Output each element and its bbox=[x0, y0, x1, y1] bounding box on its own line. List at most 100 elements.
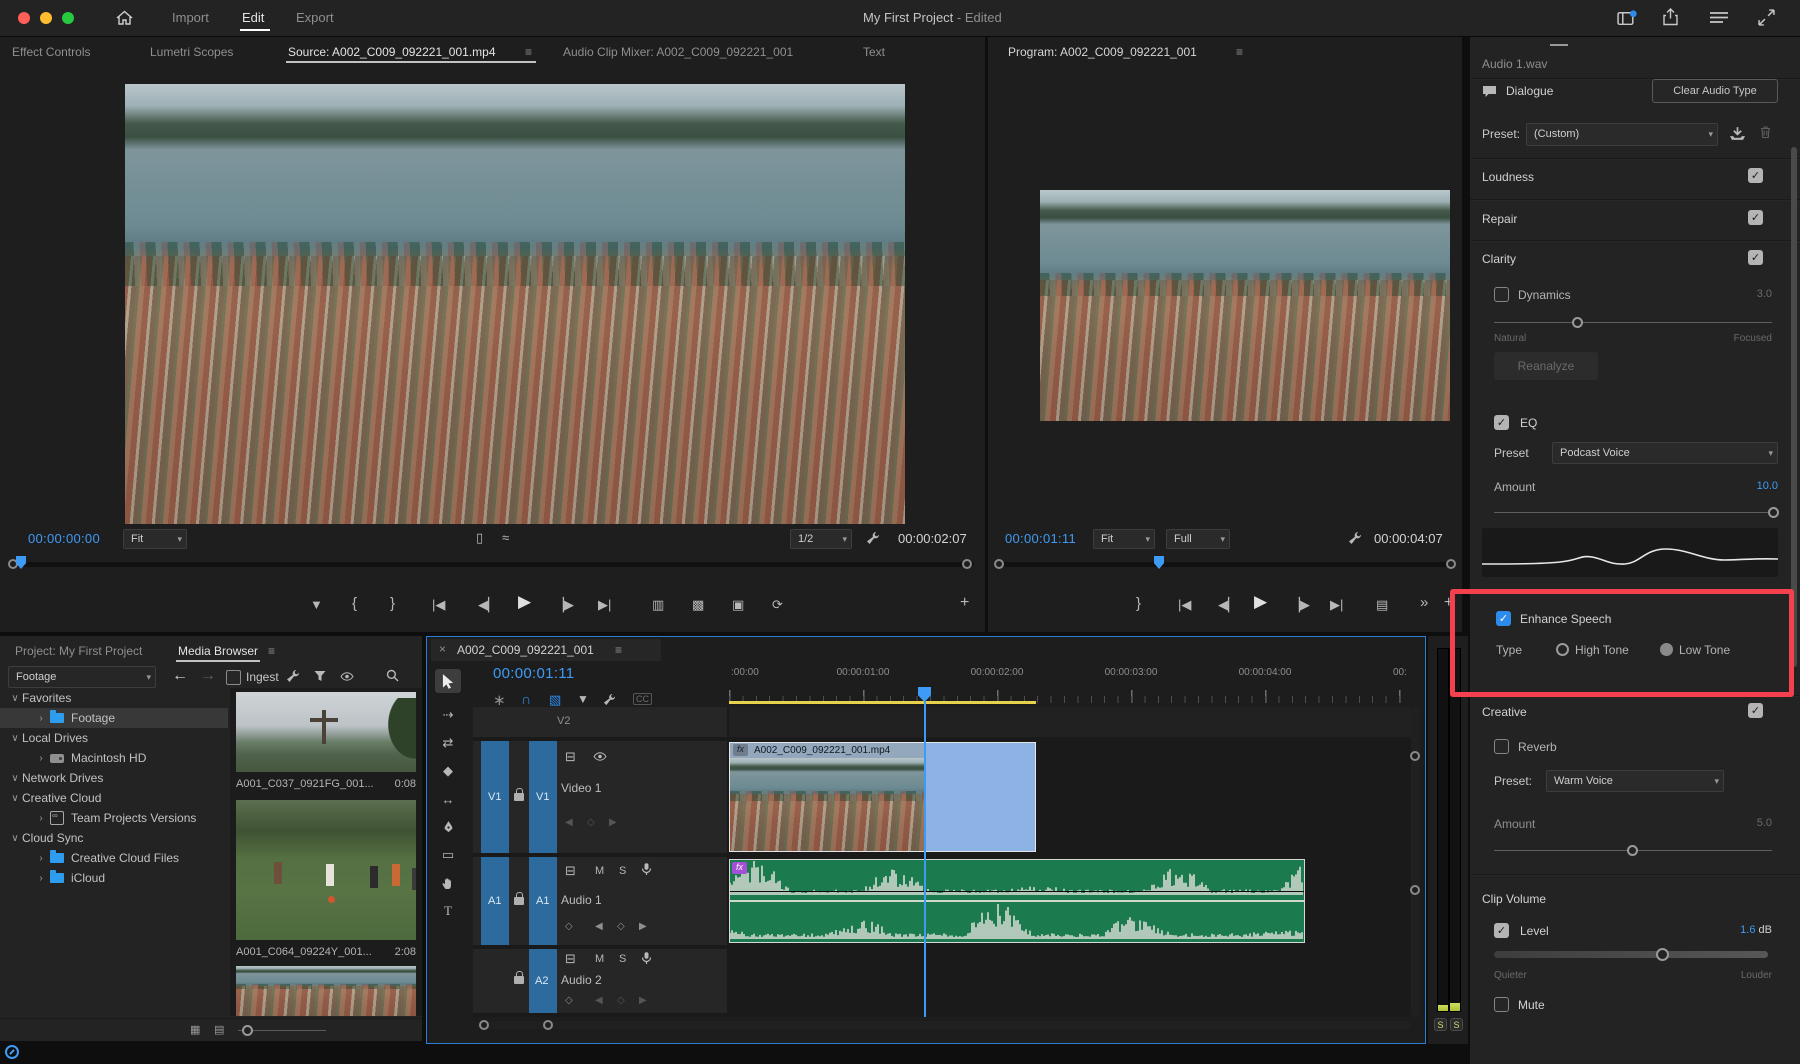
traffic-light-close[interactable] bbox=[18, 12, 30, 24]
track-a2-mic-icon[interactable] bbox=[641, 951, 652, 965]
program-mark-out-button[interactable]: } bbox=[1136, 595, 1141, 612]
forward-button[interactable]: → bbox=[200, 667, 216, 685]
chevron-closed-icon[interactable]: › bbox=[34, 753, 48, 764]
timeline-hscroll-handle-left[interactable] bbox=[479, 1020, 489, 1030]
program-play-button[interactable]: ▶ bbox=[1254, 592, 1267, 612]
creative-amount-slider[interactable] bbox=[1494, 850, 1772, 851]
track-a1-mute-button[interactable]: M bbox=[595, 865, 604, 877]
tree-item-cloud-sync[interactable]: ∨Cloud Sync bbox=[0, 828, 228, 848]
source-video-preview[interactable] bbox=[125, 84, 905, 524]
audio-volume-band[interactable] bbox=[730, 891, 1304, 892]
tree-item-icloud[interactable]: ›iCloud bbox=[0, 868, 228, 888]
track-a1-solo-button[interactable]: S bbox=[619, 865, 626, 877]
program-settings-wrench-icon[interactable] bbox=[1348, 531, 1362, 545]
eq-amount-knob[interactable] bbox=[1768, 507, 1779, 518]
creative-amount-knob[interactable] bbox=[1627, 845, 1638, 856]
program-video-preview[interactable] bbox=[1040, 190, 1450, 421]
creative-section-label[interactable]: Creative bbox=[1482, 705, 1527, 719]
panel-tab-indicator[interactable] bbox=[1550, 44, 1568, 46]
program-quality-select[interactable]: Full▾ bbox=[1166, 529, 1230, 549]
source-resolution-select[interactable]: 1/2▾ bbox=[790, 529, 852, 549]
work-area-bar[interactable] bbox=[729, 701, 1036, 704]
reanalyze-button[interactable]: Reanalyze bbox=[1494, 352, 1598, 380]
step-forward-button[interactable]: ▕▶ bbox=[554, 597, 574, 613]
ripple-edit-tool[interactable]: ⇄ bbox=[435, 731, 461, 755]
add-marker-button[interactable]: ▼ bbox=[310, 597, 323, 612]
traffic-light-minimize[interactable] bbox=[40, 12, 52, 24]
timeline-marker-icon[interactable]: ▼ bbox=[577, 692, 589, 706]
drag-video-icon[interactable]: ▯ bbox=[476, 530, 483, 546]
mute-checkbox[interactable] bbox=[1494, 997, 1509, 1012]
track-a1-kf-add[interactable]: ◇ bbox=[617, 921, 625, 932]
menu-import[interactable]: Import bbox=[172, 10, 209, 25]
tab-effect-controls[interactable]: Effect Controls bbox=[12, 45, 90, 59]
creative-checkbox[interactable] bbox=[1748, 703, 1763, 718]
home-icon[interactable] bbox=[116, 10, 133, 25]
track-v1-source-assign[interactable]: V1 bbox=[481, 741, 509, 853]
source-scrub-handle-right[interactable] bbox=[962, 559, 972, 569]
chevron-open-icon[interactable]: ∨ bbox=[8, 733, 22, 744]
loudness-checkbox[interactable] bbox=[1748, 168, 1763, 183]
timeline-hscrollbar[interactable] bbox=[477, 1021, 1411, 1029]
timeline-timecode[interactable]: 00:00:01:11 bbox=[493, 665, 574, 682]
track-a2-lock-icon[interactable] bbox=[514, 976, 524, 984]
track-select-forward-tool[interactable]: ⇢ bbox=[435, 703, 461, 727]
sync-status-icon[interactable] bbox=[5, 1045, 19, 1059]
timeline-vscroll-handle-bottom[interactable] bbox=[1410, 885, 1420, 895]
tab-program[interactable]: Program: A002_C009_092221_001 bbox=[1008, 45, 1197, 59]
traffic-light-zoom[interactable] bbox=[62, 12, 74, 24]
clarity-checkbox[interactable] bbox=[1748, 250, 1763, 265]
program-panel-menu-icon[interactable]: ≡ bbox=[1236, 45, 1243, 59]
source-scrubber[interactable] bbox=[8, 562, 974, 567]
program-scrubber[interactable] bbox=[994, 562, 1454, 567]
ingest-checkbox[interactable] bbox=[226, 670, 241, 685]
tab-media-browser[interactable]: Media Browser bbox=[178, 644, 258, 658]
track-v1-eye-icon[interactable] bbox=[593, 752, 607, 761]
audio-clip[interactable]: fx bbox=[729, 859, 1305, 943]
captions-icon[interactable]: CC bbox=[633, 693, 652, 705]
track-v2-content[interactable] bbox=[729, 707, 1411, 737]
dynamics-checkbox[interactable] bbox=[1494, 287, 1509, 302]
lift-button[interactable]: ▤ bbox=[1376, 597, 1388, 613]
workspace-icon[interactable] bbox=[1617, 10, 1637, 26]
track-a2-target[interactable]: A2 bbox=[529, 949, 557, 1013]
tree-item-network-drives[interactable]: ∨Network Drives bbox=[0, 768, 228, 788]
loudness-section-label[interactable]: Loudness bbox=[1482, 170, 1534, 184]
search-icon[interactable] bbox=[386, 669, 399, 682]
track-v1-kf-add[interactable]: ◇ bbox=[587, 817, 595, 828]
tree-item-footage[interactable]: ›Footage bbox=[0, 708, 228, 728]
timeline-settings-wrench-icon[interactable] bbox=[603, 693, 616, 706]
program-step-forward-button[interactable]: ▕▶ bbox=[1290, 597, 1310, 613]
menu-export[interactable]: Export bbox=[296, 10, 334, 25]
preset-select[interactable]: (Custom)▾ bbox=[1526, 123, 1718, 146]
media-clip-thumbnail[interactable] bbox=[236, 800, 416, 940]
goto-out-button[interactable]: ▶| bbox=[598, 597, 611, 613]
timeline-panel-menu-icon[interactable]: ≡ bbox=[615, 643, 622, 657]
tree-item-team-projects-versions[interactable]: ›Team Projects Versions bbox=[0, 808, 228, 828]
export-frame-button[interactable]: ▣ bbox=[732, 597, 744, 613]
track-v2-header[interactable]: V2 bbox=[473, 707, 727, 737]
chevron-closed-icon[interactable]: › bbox=[34, 873, 48, 884]
tab-project[interactable]: Project: My First Project bbox=[15, 644, 142, 658]
program-scrub-handle-right[interactable] bbox=[1446, 559, 1456, 569]
media-clip-thumbnail[interactable] bbox=[236, 966, 416, 1016]
tab-audio-clip-mixer[interactable]: Audio Clip Mixer: A002_C009_092221_001 bbox=[563, 45, 793, 59]
source-panel-menu-icon[interactable]: ≡ bbox=[525, 45, 532, 59]
program-more-button[interactable]: » bbox=[1420, 594, 1428, 611]
goto-in-button[interactable]: |◀ bbox=[432, 597, 445, 613]
menu-edit[interactable]: Edit bbox=[242, 10, 264, 25]
track-v1-target[interactable]: V1 bbox=[529, 741, 557, 853]
track-a2-kf-prev[interactable]: ◀ bbox=[595, 995, 603, 1006]
pen-tool[interactable] bbox=[435, 815, 461, 839]
back-button[interactable]: ← bbox=[172, 667, 188, 685]
track-v2-target[interactable]: V2 bbox=[557, 715, 570, 727]
bin-select[interactable]: Footage▾ bbox=[8, 666, 156, 688]
fullscreen-icon[interactable] bbox=[1758, 9, 1775, 26]
source-timecode[interactable]: 00:00:00:00 bbox=[28, 531, 100, 546]
program-goto-in-button[interactable]: |◀ bbox=[1178, 597, 1191, 613]
timeline-tab[interactable]: × A002_C009_092221_001 ≡ bbox=[431, 639, 661, 661]
track-v1-kf-prev[interactable]: ◀ bbox=[565, 817, 573, 828]
track-a2-solo-button[interactable]: S bbox=[619, 953, 626, 965]
track-v1-synclock-icon[interactable]: ⊟ bbox=[565, 749, 576, 765]
track-a1-kf-mode[interactable]: ◇ bbox=[565, 921, 573, 932]
